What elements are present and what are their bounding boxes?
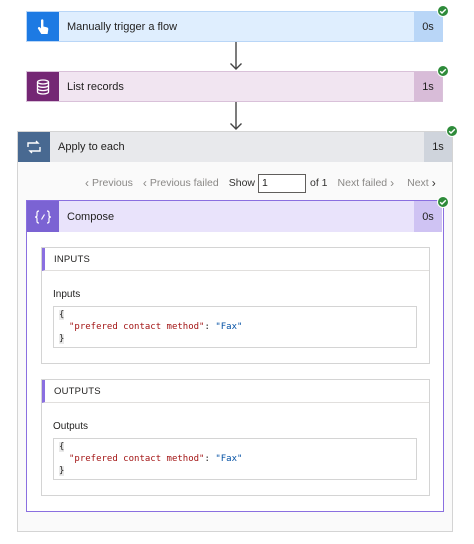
next-button[interactable]: Next › [407,176,436,190]
trigger-duration: 0s [414,12,442,41]
json-open-brace: { [59,310,65,320]
apply-to-each-header[interactable]: Apply to each 1s [18,132,452,162]
compose-icon-box [27,201,59,232]
next-failed-label: Next failed [337,177,388,189]
flow-connector-arrow [230,102,242,131]
json-colon: : [204,322,216,332]
trigger-step-card[interactable]: Manually trigger a flow 0s [26,11,443,42]
page-number-input[interactable] [258,173,306,193]
outputs-json-value: { "prefered contact method": "Fax" } [53,438,417,480]
page-count-label: of 1 [310,177,328,189]
success-check-icon [437,5,449,17]
flow-connector-arrow [230,42,242,71]
loop-icon [27,140,41,154]
curly-braces-icon [34,209,52,224]
outputs-section-title: OUTPUTS [42,380,429,403]
json-open-brace: { [59,442,65,452]
previous-button[interactable]: ‹ Previous [85,176,133,190]
chevron-left-icon: ‹ [142,176,147,190]
outputs-section: OUTPUTS Outputs { "prefered contact meth… [41,379,430,496]
iteration-pager: ‹ Previous ‹ Previous failed Show of 1 N… [85,173,436,193]
chevron-left-icon: ‹ [85,176,89,190]
success-check-icon [446,125,458,137]
trigger-title: Manually trigger a flow [67,20,178,33]
success-check-icon [437,65,449,77]
compose-header[interactable]: Compose 0s [27,201,442,232]
json-value: "Fax" [215,322,243,332]
outputs-label: Outputs [53,421,89,432]
json-value: "Fax" [215,454,243,464]
list-records-title: List records [67,80,124,93]
show-label: Show [228,177,255,189]
json-key: "prefered contact method" [69,454,205,464]
next-failed-button[interactable]: Next failed › [338,176,395,190]
apply-to-each-duration: 1s [424,132,452,162]
json-key: "prefered contact method" [69,322,205,332]
json-colon: : [204,454,216,464]
apply-to-each-icon-box [18,132,50,162]
list-records-step-card[interactable]: List records 1s [26,71,443,102]
compose-title: Compose [67,210,115,223]
compose-step-card: Compose 0s INPUTS Inputs { "prefered con… [26,200,444,512]
list-records-duration: 1s [414,72,442,101]
next-label: Next [407,177,429,189]
list-records-icon-box [27,72,59,101]
previous-label: Previous [92,177,133,189]
previous-failed-button[interactable]: ‹ Previous failed [143,176,219,190]
success-check-icon [437,196,449,208]
inputs-section: INPUTS Inputs { "prefered contact method… [41,247,430,364]
database-icon [36,78,50,95]
inputs-section-title: INPUTS [42,248,429,271]
json-close-brace: } [59,334,65,344]
touch-hand-icon [37,18,49,34]
json-close-brace: } [59,466,65,476]
trigger-icon-box [27,12,59,41]
inputs-json-value: { "prefered contact method": "Fax" } [53,306,417,348]
apply-to-each-title: Apply to each [58,141,125,153]
chevron-right-icon: › [431,176,436,190]
inputs-label: Inputs [53,289,81,300]
chevron-right-icon: › [390,176,395,190]
previous-failed-label: Previous failed [149,177,219,189]
